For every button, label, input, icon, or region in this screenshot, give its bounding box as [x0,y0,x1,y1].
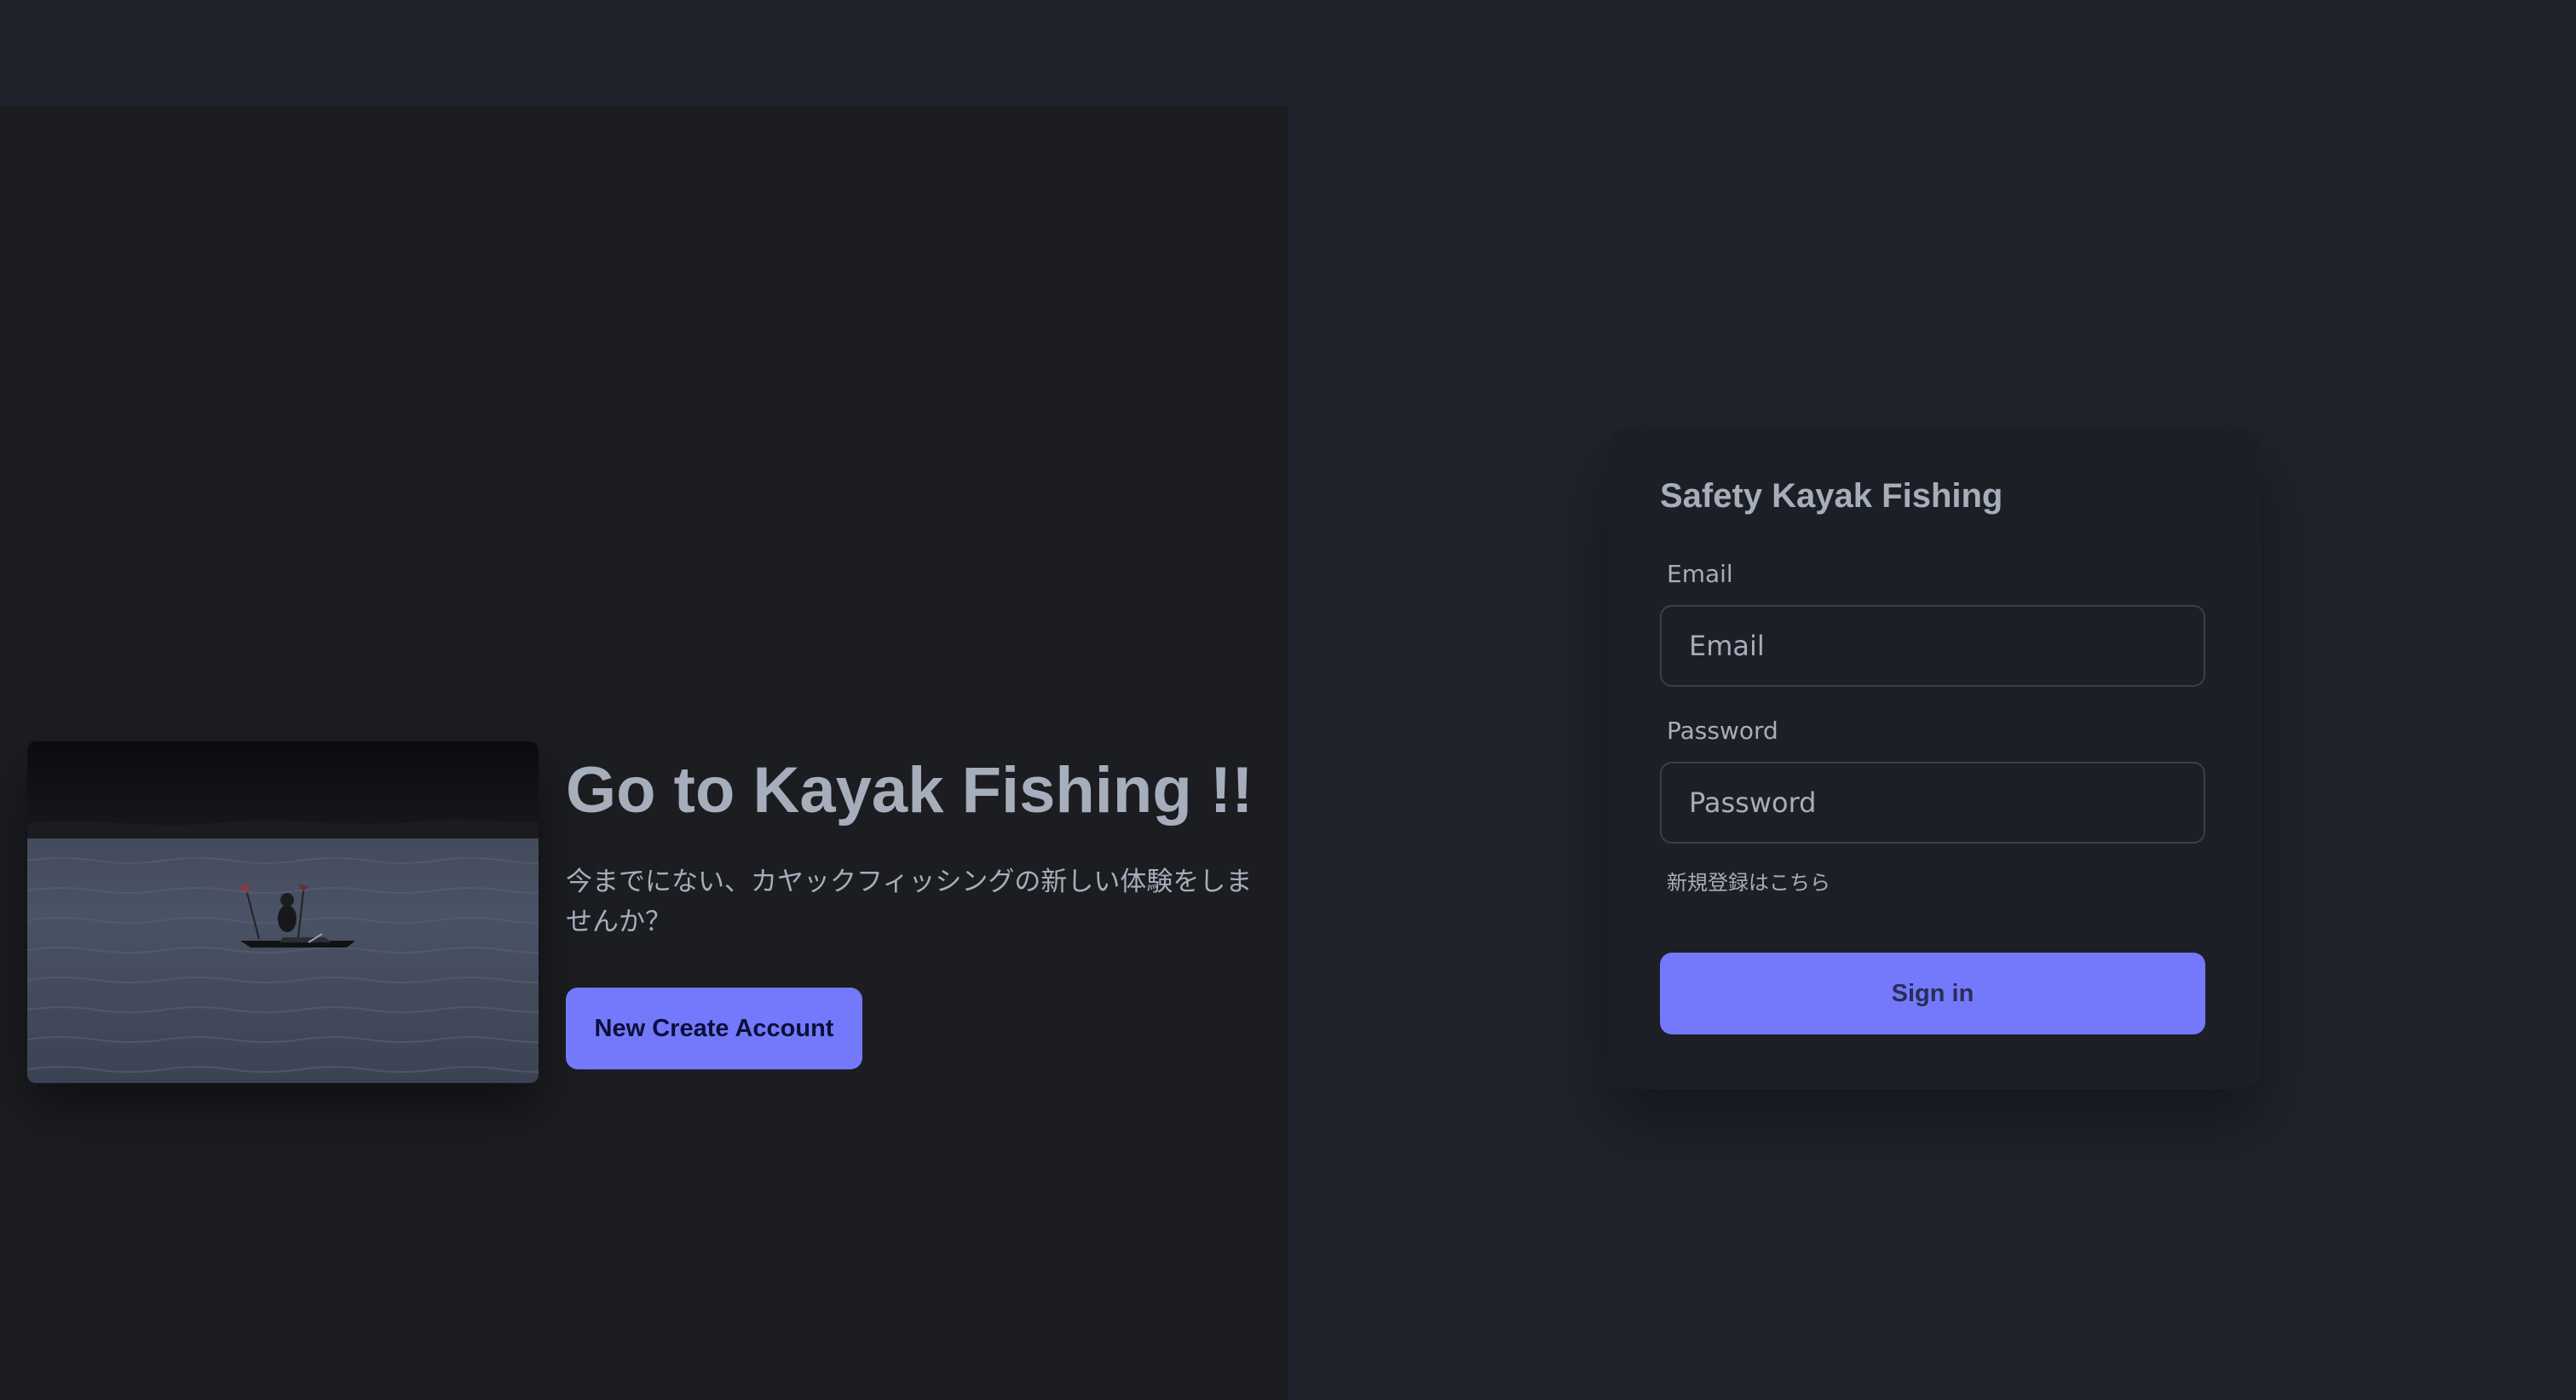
sign-in-button[interactable]: Sign in [1660,953,2205,1034]
password-input[interactable] [1660,762,2205,844]
login-card: Safety Kayak Fishing Email Password 新規登録… [1607,429,2262,1089]
email-label: Email [1667,560,1733,588]
email-input[interactable] [1660,605,2205,687]
register-link[interactable]: 新規登録はこちら [1667,867,1830,898]
top-bar [0,0,2576,106]
password-label: Password [1667,717,1778,745]
login-title: Safety Kayak Fishing [1660,477,2003,515]
new-create-account-button[interactable]: New Create Account [566,988,862,1069]
kayak-fishing-photo [27,741,539,1083]
hero-section: Go to Kayak Fishing !! 今までにない、カヤックフィッシング… [0,106,1288,1400]
hero-description: 今までにない、カヤックフィッシングの新しい体験をしませんか？ [566,867,1253,937]
hero-title: Go to Kayak Fishing !! [566,754,1253,827]
